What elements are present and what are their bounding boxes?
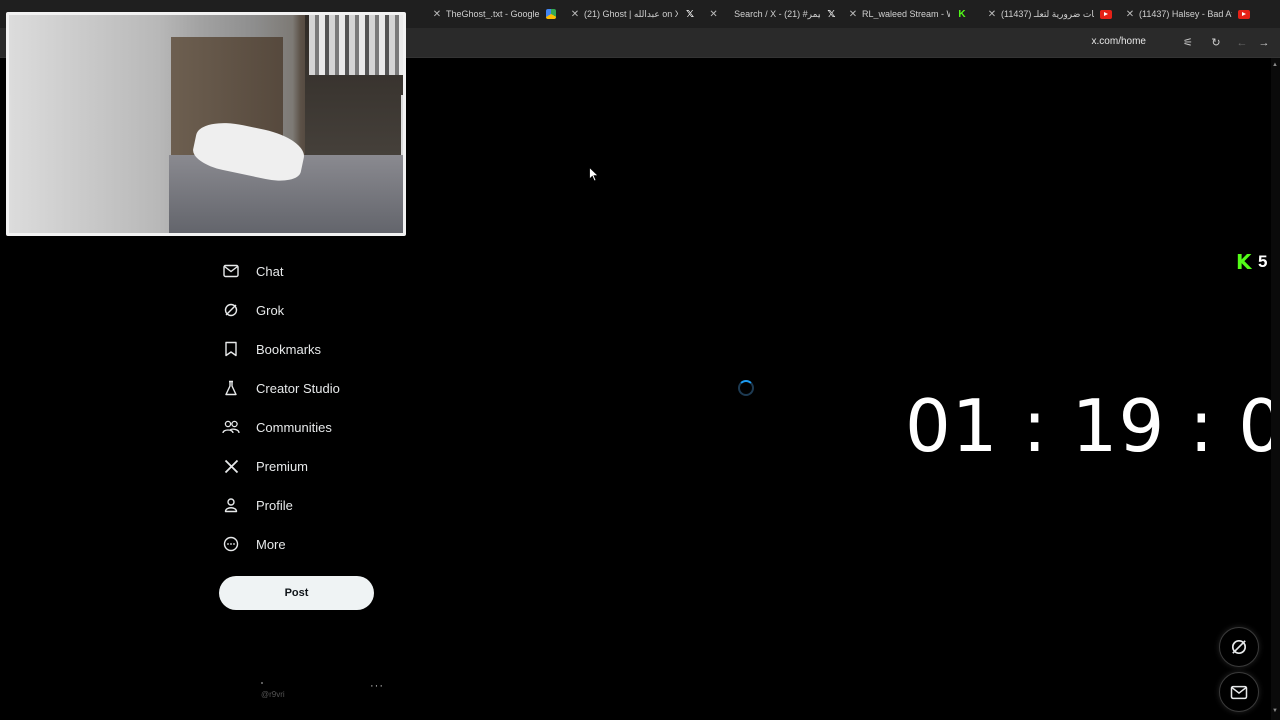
sidebar-item-label: Bookmarks — [256, 341, 322, 357]
grok-float-button[interactable] — [1219, 627, 1259, 667]
sidebar-item-label: Premium — [256, 458, 309, 474]
browser-tab[interactable]: ✕ (11437) فلكات ضرورية لتعلـ — [985, 4, 1113, 24]
google-drive-icon — [545, 9, 556, 19]
address-bar[interactable]: x.com/home — [1092, 36, 1146, 47]
messages-float-button[interactable] — [1219, 672, 1259, 712]
close-tab-icon[interactable]: ✕ — [846, 9, 860, 20]
scroll-down-icon[interactable]: ▼ — [1272, 708, 1278, 714]
webcam-frame-bracket — [401, 95, 403, 155]
webcam-clothes — [309, 15, 403, 75]
sidebar-item-label: Communities — [256, 419, 332, 435]
account-handle: @r9vri — [261, 690, 285, 699]
sidebar-item-more[interactable]: More — [220, 526, 286, 562]
page-scrollbar[interactable] — [1271, 58, 1280, 720]
avatar — [261, 682, 263, 684]
flask-icon — [220, 377, 242, 399]
tab-title: (21) Ghost | عبدالله on X: " — [584, 8, 678, 19]
kick-logo-icon: K — [1236, 250, 1252, 274]
account-more-icon[interactable]: ··· — [370, 680, 384, 692]
x-icon: 𝕏 — [827, 8, 836, 20]
sidebar-item-chat[interactable]: Chat — [220, 253, 283, 289]
sidebar-item-label: Creator Studio — [256, 380, 340, 396]
x-logo-icon — [220, 455, 242, 477]
mouse-cursor-icon — [589, 167, 599, 182]
forward-icon[interactable]: ← — [1234, 35, 1250, 51]
webcam-frame-bracket — [9, 95, 11, 155]
bookmark-icon — [220, 338, 242, 360]
more-circle-icon — [220, 533, 242, 555]
close-tab-icon[interactable]: ✕ — [707, 9, 720, 20]
kick-viewer-badge: K 5 — [1236, 252, 1267, 272]
grok-icon — [220, 299, 242, 321]
kick-icon: K — [958, 8, 966, 20]
tab-title: (11437) فلكات ضرورية لتعلـ — [1001, 8, 1094, 19]
loading-spinner-icon — [738, 380, 754, 396]
post-button[interactable]: Post — [219, 576, 374, 610]
browser-tab[interactable]: ✕ (21) Ghost | عبدالله on X: " 𝕏 — [568, 4, 706, 24]
back-icon[interactable]: → — [1256, 35, 1272, 51]
sidebar-item-profile[interactable]: Profile — [220, 487, 293, 523]
reload-icon[interactable]: ↻ — [1208, 35, 1224, 51]
sidebar-item-label: More — [256, 536, 286, 552]
close-tab-icon[interactable]: ✕ — [430, 9, 444, 20]
mail-icon — [1230, 685, 1248, 699]
browser-tab[interactable]: ✕ RL_waleed Stream - Watc K — [846, 4, 974, 24]
webcam-overlay — [6, 12, 406, 236]
mail-icon — [220, 260, 242, 282]
sidebar-item-bookmarks[interactable]: Bookmarks — [220, 331, 321, 367]
tab-title: Search / X - ميمر# (21) — [734, 8, 820, 19]
sidebar-item-label: Chat — [256, 263, 284, 279]
close-tab-icon[interactable]: ✕ — [568, 9, 582, 20]
browser-tab[interactable]: ✕ (11437) Halsey - Bad At L — [1123, 4, 1253, 24]
sidebar-item-grok[interactable]: Grok — [220, 292, 284, 328]
stream-timer: 01 : 19 : 00 — [905, 384, 1280, 468]
sidebar-item-creator-studio[interactable]: Creator Studio — [220, 370, 340, 406]
grok-icon — [1231, 639, 1247, 655]
person-icon — [220, 494, 242, 516]
sidebar-item-label: Profile — [256, 497, 293, 513]
youtube-icon — [1238, 9, 1250, 19]
viewer-count: 5 — [1258, 252, 1268, 271]
tab-title: RL_waleed Stream - Watc — [862, 9, 950, 19]
youtube-icon — [1100, 9, 1112, 19]
site-settings-icon[interactable]: ⚟ — [1180, 35, 1196, 51]
communities-icon — [220, 416, 242, 438]
x-icon: 𝕏 — [685, 8, 695, 20]
browser-tab[interactable]: ✕ TheGhost_.txt - Google — [430, 4, 560, 24]
sidebar-item-premium[interactable]: Premium — [220, 448, 308, 484]
sidebar-item-communities[interactable]: Communities — [220, 409, 332, 445]
close-tab-icon[interactable]: ✕ — [985, 9, 999, 20]
tab-title: (11437) Halsey - Bad At L — [1139, 9, 1232, 19]
sidebar-item-label: Grok — [256, 302, 285, 318]
close-tab-icon[interactable]: ✕ — [1123, 9, 1137, 20]
account-switcher[interactable]: @r9vri ··· — [258, 680, 388, 704]
browser-tab[interactable]: ✕ Search / X - ميمر# (21) 𝕏 — [707, 4, 837, 24]
scroll-up-icon[interactable]: ▲ — [1272, 62, 1278, 68]
tab-title: TheGhost_.txt - Google — [446, 9, 540, 19]
